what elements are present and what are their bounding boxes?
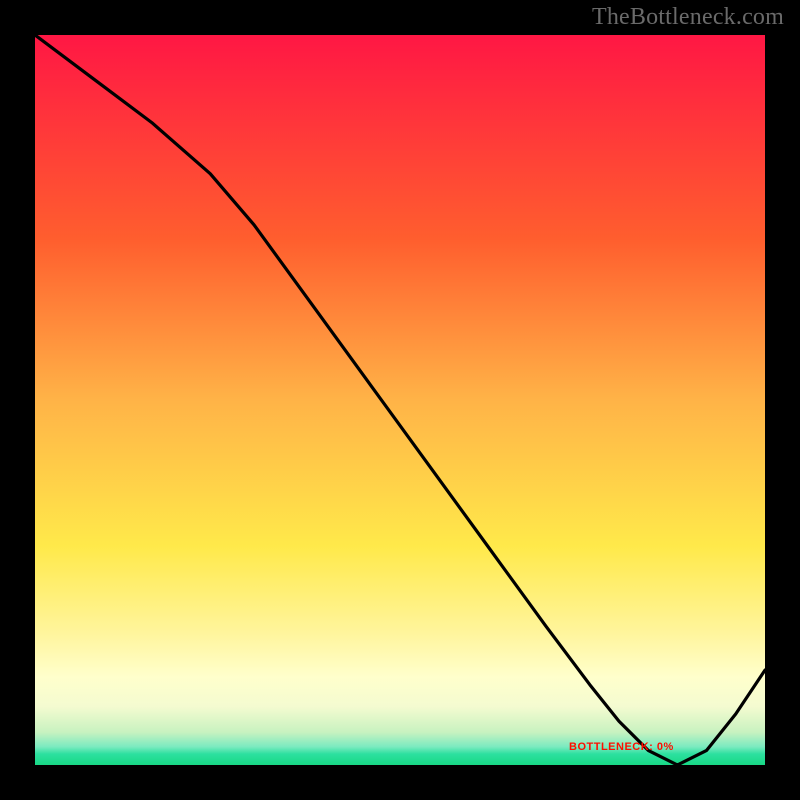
bottleneck-label: BOTTLENECK: 0% [569,741,674,753]
chart-frame: TheBottleneck.com BOTTLENECK: 0% [0,0,800,800]
watermark-text: TheBottleneck.com [592,4,784,31]
bottleneck-curve [35,35,765,765]
plot-area: BOTTLENECK: 0% [35,35,765,765]
